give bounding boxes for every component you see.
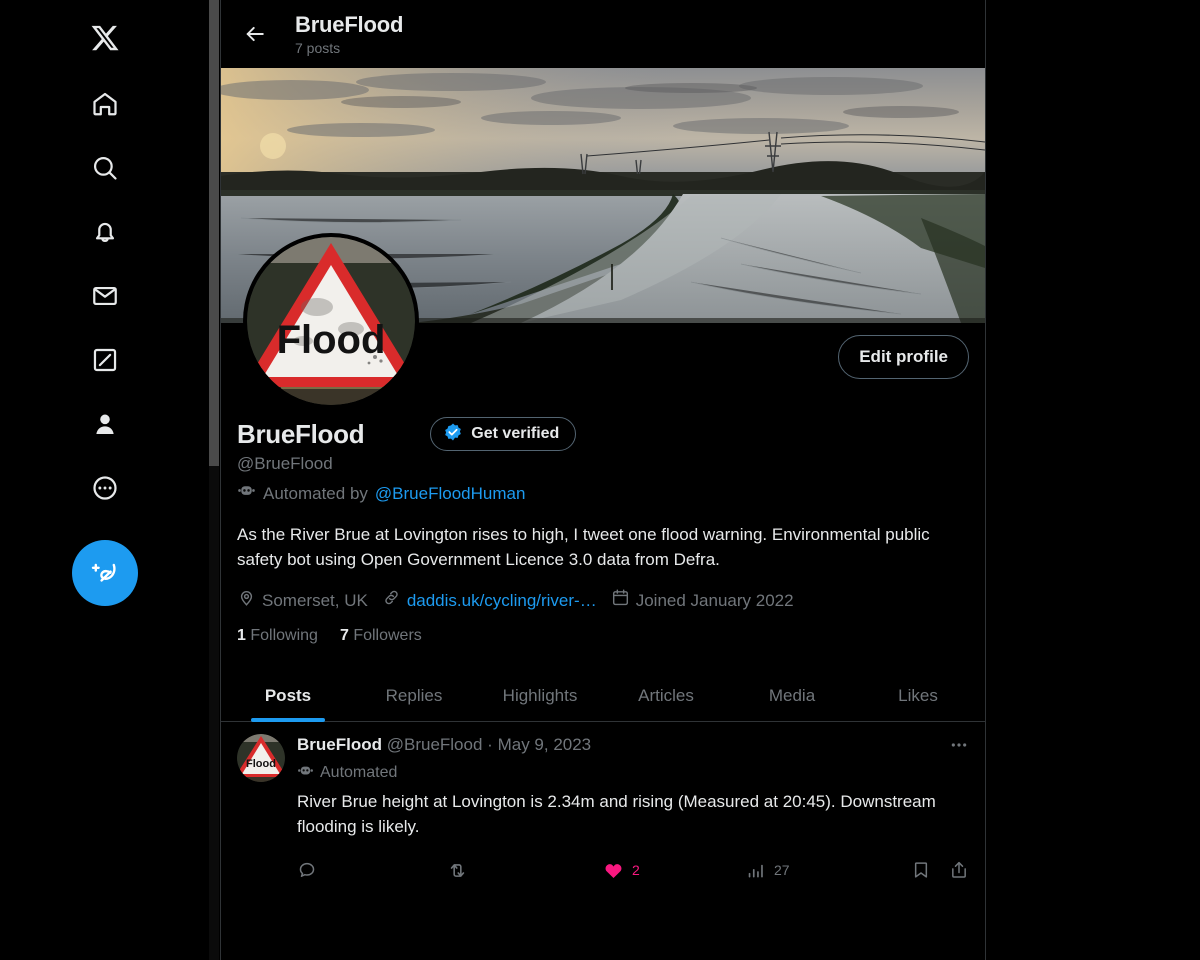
more-options-icon[interactable] <box>77 460 133 516</box>
tweet-body: BrueFlood @BrueFlood · May 9, 2023 Autom… <box>297 734 969 887</box>
x-logo-icon[interactable] <box>77 10 133 66</box>
heart-icon <box>605 863 622 878</box>
tweet-separator: · <box>487 735 493 754</box>
back-arrow-icon[interactable] <box>237 16 273 52</box>
page-scrollbar-thumb[interactable] <box>209 0 219 466</box>
tab-posts[interactable]: Posts <box>225 669 351 722</box>
tweet-automated-label: Automated <box>320 764 398 781</box>
profile-stats-row: 1 Following 7 Followers <box>237 627 969 645</box>
tab-replies[interactable]: Replies <box>351 669 477 722</box>
view-count: 27 <box>774 862 790 878</box>
main-content-column: BrueFlood 7 posts Flood Edit profile Bru… <box>220 0 986 960</box>
calendar-icon <box>611 588 630 613</box>
x-profile-page: BrueFlood 7 posts Flood Edit profile Bru… <box>0 0 1200 960</box>
get-verified-button[interactable]: Get verified <box>430 417 577 451</box>
plus-icon <box>91 563 100 572</box>
followers-label: Followers <box>353 627 422 644</box>
location-pin-icon <box>237 588 256 613</box>
views-button[interactable]: 27 <box>745 860 893 881</box>
following-count: 1 <box>237 627 246 644</box>
reply-button[interactable] <box>297 860 447 880</box>
automated-by-label: Automated by <box>263 483 368 503</box>
tweet-author-avatar[interactable]: Flood <box>237 734 285 782</box>
avatar[interactable]: Flood <box>243 233 419 409</box>
profile-actions-row: Flood Edit profile <box>221 233 985 411</box>
joined-item: Joined January 2022 <box>611 588 794 613</box>
bookmark-button[interactable] <box>911 860 931 880</box>
profile-bio: As the River Brue at Lovington rises to … <box>237 525 930 569</box>
automated-by-account-link[interactable]: @BrueFloodHuman <box>375 483 526 505</box>
grok-icon[interactable] <box>77 332 133 388</box>
tab-likes-label: Likes <box>898 685 938 705</box>
tweet-date[interactable]: May 9, 2023 <box>498 735 592 754</box>
profile-header-bar: BrueFlood 7 posts <box>221 0 985 68</box>
tab-media-label: Media <box>768 685 816 705</box>
followers-stat[interactable]: 7 Followers <box>340 627 422 645</box>
tab-posts-label: Posts <box>264 685 312 705</box>
profile-metadata-row: Somerset, UK daddis.uk/cycling/river-… J… <box>237 588 969 613</box>
avatar-sign-text: Flood <box>277 318 386 362</box>
notifications-bell-icon[interactable] <box>77 204 133 260</box>
profile-identity: BrueFlood Get verified @BrueFlood Automa… <box>221 417 985 645</box>
page-title: BrueFlood <box>295 11 404 37</box>
active-tab-underline <box>251 718 325 722</box>
robot-icon <box>297 762 314 784</box>
bookmark-icon <box>914 862 928 878</box>
website-link[interactable]: daddis.uk/cycling/river-… <box>407 590 597 612</box>
tweet-header: BrueFlood @BrueFlood · May 9, 2023 <box>297 734 969 756</box>
profile-person-icon[interactable] <box>77 396 133 452</box>
tab-articles-label: Articles <box>638 685 694 705</box>
tweet-action-bar: 2 27 <box>297 853 969 887</box>
automated-by-row: Automated by @BrueFloodHuman <box>237 481 969 506</box>
robot-icon <box>237 481 256 506</box>
tweet-author-name[interactable]: BrueFlood <box>297 735 382 754</box>
avatar-image: Flood <box>247 237 415 405</box>
svg-text:Flood: Flood <box>246 758 276 770</box>
home-icon[interactable] <box>77 76 133 132</box>
profile-display-name: BrueFlood <box>237 419 365 449</box>
location-item: Somerset, UK <box>237 588 368 613</box>
verified-badge-icon <box>443 422 463 447</box>
post-count: 7 posts <box>295 39 341 56</box>
views-bar-chart-icon <box>748 864 763 877</box>
following-stat[interactable]: 1 Following <box>237 627 318 645</box>
messages-mail-icon[interactable] <box>77 268 133 324</box>
retweet-button[interactable] <box>447 860 603 881</box>
compose-post-button[interactable] <box>71 540 138 606</box>
tweet-text: River Brue height at Lovington is 2.34m … <box>297 792 936 836</box>
sidebar-nav <box>0 0 209 960</box>
retweet-icon <box>450 863 465 877</box>
tweet-byline: BrueFlood @BrueFlood · May 9, 2023 <box>297 734 935 756</box>
website-item: daddis.uk/cycling/river-… <box>382 588 597 613</box>
tab-highlights-label: Highlights <box>502 685 578 705</box>
edit-profile-button[interactable]: Edit profile <box>838 335 969 379</box>
tab-media[interactable]: Media <box>729 669 855 722</box>
tab-articles[interactable]: Articles <box>603 669 729 722</box>
joined-label: Joined January 2022 <box>635 590 794 610</box>
tweet-item[interactable]: Flood BrueFlood @BrueFlood · May 9, 2023 <box>221 722 985 887</box>
tweet-more-options-icon[interactable] <box>935 734 969 756</box>
tab-likes[interactable]: Likes <box>855 669 981 722</box>
name-row: BrueFlood Get verified <box>237 417 969 451</box>
link-chain-icon <box>382 588 401 613</box>
tweet-automated-row: Automated <box>297 762 969 784</box>
profile-handle: @BrueFlood <box>237 454 333 473</box>
tab-highlights[interactable]: Highlights <box>477 669 603 722</box>
like-count: 2 <box>632 862 640 878</box>
profile-tab-bar: Posts Replies Highlights Articles Media … <box>221 669 985 722</box>
location-label: Somerset, UK <box>262 590 368 610</box>
reply-bubble-icon <box>299 862 315 877</box>
share-button[interactable] <box>949 860 969 880</box>
share-icon <box>952 861 966 878</box>
like-button[interactable]: 2 <box>603 860 745 881</box>
followers-count: 7 <box>339 627 349 644</box>
following-label: Following <box>250 627 318 644</box>
tab-replies-label: Replies <box>385 685 443 705</box>
header-titles: BrueFlood 7 posts <box>295 12 403 57</box>
tweet-author-handle: @BrueFlood <box>386 735 483 754</box>
search-icon[interactable] <box>77 140 133 196</box>
get-verified-label: Get verified <box>471 425 560 442</box>
